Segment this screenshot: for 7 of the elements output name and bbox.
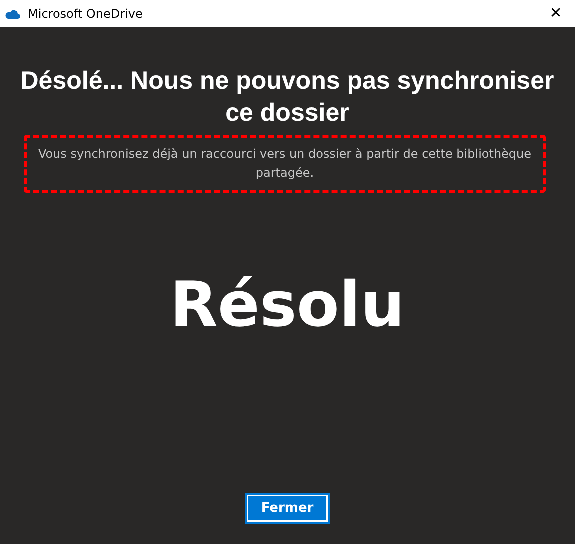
cloud-icon bbox=[4, 8, 20, 19]
error-message: Vous synchronisez déjà un raccourci vers un dossier à partir de cette bibliothèque partagée. bbox=[37, 146, 533, 182]
error-heading: Désolé... Nous ne pouvons pas synchroniser ce dossier bbox=[20, 66, 555, 129]
close-button[interactable]: ✕ bbox=[541, 2, 571, 25]
resolved-label: Résolu bbox=[170, 267, 405, 343]
window-title: Microsoft OneDrive bbox=[28, 6, 144, 22]
close-dialog-button[interactable]: Fermer bbox=[245, 492, 330, 524]
